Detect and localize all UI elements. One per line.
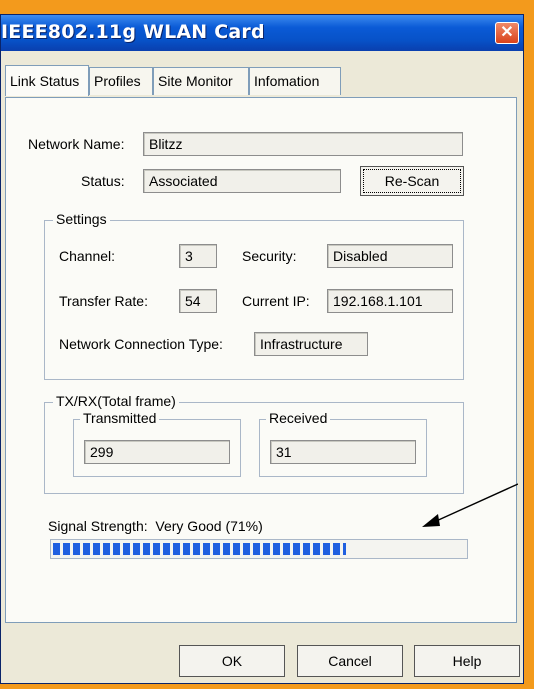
transmitted-field: 299 — [84, 440, 230, 464]
link-status-panel: Network Name: Blitzz Status: Associated … — [5, 97, 518, 623]
cancel-button[interactable]: Cancel — [297, 645, 403, 677]
close-button[interactable]: ✕ — [495, 22, 519, 44]
txrx-group: TX/RX(Total frame) Transmitted 299 Recei… — [44, 393, 464, 494]
channel-label: Channel: — [59, 248, 116, 264]
network-name-label: Network Name: — [28, 136, 125, 152]
txrx-group-title: TX/RX(Total frame) — [53, 393, 179, 409]
received-field: 31 — [270, 440, 416, 464]
received-group: Received 31 — [259, 410, 427, 477]
transfer-rate-label: Transfer Rate: — [59, 293, 148, 309]
title-bar[interactable]: IEEE802.11g WLAN Card ✕ — [1, 15, 523, 51]
rescan-button[interactable]: Re-Scan — [360, 166, 464, 196]
transmitted-label: Transmitted — [80, 410, 160, 426]
tab-information[interactable]: Infomation — [249, 67, 341, 95]
transfer-rate-field: 54 — [179, 289, 217, 313]
status-label: Status: — [81, 173, 125, 189]
settings-group-title: Settings — [53, 211, 110, 227]
security-field: Disabled — [327, 244, 453, 268]
connection-type-field: Infrastructure — [254, 332, 368, 356]
tab-link-status[interactable]: Link Status — [5, 65, 89, 96]
signal-strength-quality: Very Good (71%) — [155, 518, 263, 534]
help-button[interactable]: Help — [414, 645, 520, 677]
dialog-button-bar: OK Cancel Help — [1, 623, 523, 683]
connection-type-label: Network Connection Type: — [59, 336, 223, 352]
signal-strength-bar — [50, 539, 468, 559]
signal-strength-fill — [53, 543, 346, 555]
status-field: Associated — [143, 169, 341, 193]
signal-strength-label: Signal Strength: Very Good (71%) — [48, 518, 263, 534]
ok-button[interactable]: OK — [179, 645, 285, 677]
tab-site-monitor[interactable]: Site Monitor — [153, 67, 249, 95]
network-name-field: Blitzz — [143, 132, 463, 156]
window-title: IEEE802.11g WLAN Card — [1, 21, 265, 43]
current-ip-label: Current IP: — [242, 293, 310, 309]
settings-group: Settings Channel: 3 Security: Disabled T… — [44, 211, 464, 380]
channel-field: 3 — [179, 244, 217, 268]
transmitted-group: Transmitted 299 — [73, 410, 241, 477]
wlan-card-window: IEEE802.11g WLAN Card ✕ Link Status Prof… — [0, 14, 524, 684]
received-label: Received — [266, 410, 331, 426]
tab-profiles[interactable]: Profiles — [89, 67, 153, 95]
security-label: Security: — [242, 248, 297, 264]
current-ip-field: 192.168.1.101 — [327, 289, 453, 313]
signal-strength-caption: Signal Strength: — [48, 518, 148, 534]
close-icon: ✕ — [500, 24, 514, 41]
